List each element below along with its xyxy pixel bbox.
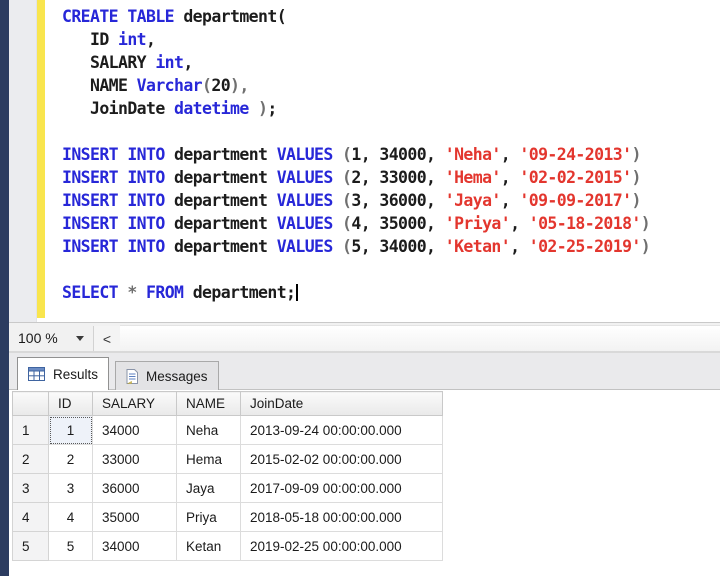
column-header-id[interactable]: ID xyxy=(49,392,93,416)
code-line[interactable]: ID int, xyxy=(62,28,720,51)
code-line[interactable] xyxy=(62,120,720,143)
results-pane: Results Messages ID SALARY xyxy=(9,353,720,576)
grid-cell[interactable]: 2 xyxy=(49,445,93,474)
grid-cell[interactable]: 2019-02-25 00:00:00.000 xyxy=(241,532,443,561)
code-line[interactable]: INSERT INTO department VALUES (4, 35000,… xyxy=(62,212,720,235)
code-line[interactable]: NAME Varchar(20), xyxy=(62,74,720,97)
code-line[interactable] xyxy=(62,258,720,281)
grid-cell[interactable]: 33000 xyxy=(93,445,177,474)
grid-cell[interactable]: 5 xyxy=(49,532,93,561)
zoom-level-value: 100 % xyxy=(9,330,58,346)
zoom-dropdown[interactable]: 100 % xyxy=(9,323,93,353)
column-header-joindate[interactable]: JoinDate xyxy=(241,392,443,416)
grid-cell[interactable]: Neha xyxy=(177,416,241,445)
grid-row-header[interactable]: 3 xyxy=(13,474,49,503)
grid-cell[interactable]: 34000 xyxy=(93,532,177,561)
grid-corner-header[interactable] xyxy=(13,392,49,416)
grid-cell[interactable]: 2018-05-18 00:00:00.000 xyxy=(241,503,443,532)
code-line[interactable]: INSERT INTO department VALUES (3, 36000,… xyxy=(62,189,720,212)
results-grid-body: 1134000Neha2013-09-24 00:00:00.000223300… xyxy=(13,416,443,561)
grid-cell[interactable]: 36000 xyxy=(93,474,177,503)
grid-cell[interactable]: 4 xyxy=(49,503,93,532)
editor-bottom-bar: 100 % < xyxy=(9,322,720,353)
editor-selection-margin[interactable] xyxy=(9,0,37,322)
grid-cell[interactable]: 35000 xyxy=(93,503,177,532)
code-line[interactable]: JoinDate datetime ); xyxy=(62,97,720,120)
results-tab-strip: Results Messages xyxy=(9,353,720,390)
grid-header-row: ID SALARY NAME JoinDate xyxy=(13,392,443,416)
messages-icon xyxy=(126,369,138,384)
code-line[interactable]: CREATE TABLE department( xyxy=(62,5,720,28)
grid-row: 4435000Priya2018-05-18 00:00:00.000 xyxy=(13,503,443,532)
grid-row-header[interactable]: 5 xyxy=(13,532,49,561)
grid-cell[interactable]: 3 xyxy=(49,474,93,503)
results-grid: ID SALARY NAME JoinDate 1134000Neha2013-… xyxy=(12,391,443,561)
grid-cell[interactable]: 2013-09-24 00:00:00.000 xyxy=(241,416,443,445)
text-cursor xyxy=(296,284,298,301)
grid-cell[interactable]: 34000 xyxy=(93,416,177,445)
tab-messages-label: Messages xyxy=(146,369,208,384)
grid-row-header[interactable]: 2 xyxy=(13,445,49,474)
tab-results[interactable]: Results xyxy=(17,357,109,390)
column-header-salary[interactable]: SALARY xyxy=(93,392,177,416)
code-line[interactable]: INSERT INTO department VALUES (5, 34000,… xyxy=(62,235,720,258)
grid-row: 1134000Neha2013-09-24 00:00:00.000 xyxy=(13,416,443,445)
code-lines[interactable]: CREATE TABLE department( ID int, SALARY … xyxy=(62,5,720,304)
grid-cell[interactable]: Jaya xyxy=(177,474,241,503)
grid-row: 3336000Jaya2017-09-09 00:00:00.000 xyxy=(13,474,443,503)
grid-cell[interactable]: Hema xyxy=(177,445,241,474)
grid-row-header[interactable]: 4 xyxy=(13,503,49,532)
hscroll-track[interactable] xyxy=(120,325,720,352)
track-changes-bar xyxy=(37,0,45,318)
sql-editor[interactable]: CREATE TABLE department( ID int, SALARY … xyxy=(9,0,720,322)
chevron-down-icon xyxy=(76,336,84,341)
grid-row: 2233000Hema2015-02-02 00:00:00.000 xyxy=(13,445,443,474)
code-line[interactable]: INSERT INTO department VALUES (1, 34000,… xyxy=(62,143,720,166)
tab-messages[interactable]: Messages xyxy=(115,361,219,390)
chevron-left-icon: < xyxy=(103,331,111,347)
results-grid-icon xyxy=(28,367,45,381)
grid-row-header[interactable]: 1 xyxy=(13,416,49,445)
grid-row: 5534000Ketan2019-02-25 00:00:00.000 xyxy=(13,532,443,561)
grid-cell[interactable]: Ketan xyxy=(177,532,241,561)
grid-cell[interactable]: 2015-02-02 00:00:00.000 xyxy=(241,445,443,474)
column-header-name[interactable]: NAME xyxy=(177,392,241,416)
code-line[interactable]: SELECT * FROM department; xyxy=(62,281,720,304)
tab-results-label: Results xyxy=(53,367,98,382)
window-edge-strip xyxy=(0,0,9,576)
code-line[interactable]: INSERT INTO department VALUES (2, 33000,… xyxy=(62,166,720,189)
hscroll-left-button[interactable]: < xyxy=(93,326,120,351)
grid-cell[interactable]: 1 xyxy=(49,416,93,445)
code-line[interactable]: SALARY int, xyxy=(62,51,720,74)
grid-cell[interactable]: 2017-09-09 00:00:00.000 xyxy=(241,474,443,503)
grid-cell[interactable]: Priya xyxy=(177,503,241,532)
